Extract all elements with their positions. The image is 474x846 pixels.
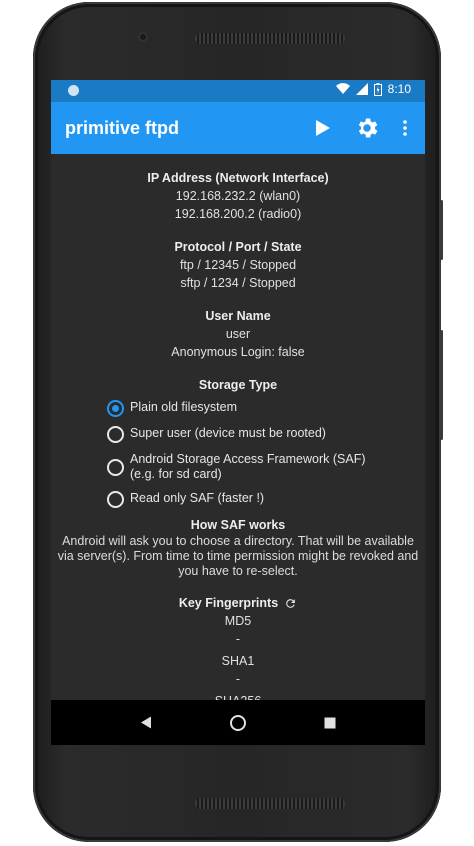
status-time: 8:10 bbox=[387, 82, 411, 96]
fingerprint-value: - bbox=[235, 672, 241, 686]
signal-icon bbox=[355, 83, 368, 95]
volume-button bbox=[440, 330, 443, 440]
back-icon[interactable] bbox=[140, 716, 152, 729]
overflow-menu-button[interactable] bbox=[397, 114, 413, 142]
radio-unchecked-icon[interactable] bbox=[107, 491, 124, 508]
radio-unchecked-icon[interactable] bbox=[107, 459, 124, 476]
fingerprint-value: - bbox=[235, 632, 241, 646]
bottom-speaker-grille bbox=[195, 798, 345, 809]
notification-icon bbox=[68, 85, 79, 96]
storage-type-radio-group: Plain old filesystem Super user (device … bbox=[51, 400, 425, 508]
battery-charging-icon bbox=[373, 82, 382, 96]
screen: 8:10 primitive ftpd IP Address (Network … bbox=[51, 80, 425, 745]
storage-option-saf[interactable]: Android Storage Access Framework (SAF) (… bbox=[107, 452, 425, 482]
status-icons: 8:10 bbox=[335, 82, 411, 96]
gear-icon bbox=[358, 118, 378, 138]
ip-line: 192.168.200.2 (radio0) bbox=[174, 207, 302, 221]
storage-section: Storage Type Plain old filesystem Super … bbox=[51, 377, 425, 508]
storage-option-label: Read only SAF (faster !) bbox=[130, 491, 265, 505]
storage-option-label-line1: Android Storage Access Framework (SAF) bbox=[130, 452, 366, 466]
fingerprints-heading: Key Fingerprints bbox=[178, 596, 279, 610]
protocol-section: Protocol / Port / State ftp / 12345 / St… bbox=[51, 239, 425, 292]
refresh-icon[interactable] bbox=[284, 597, 297, 610]
fingerprints-header: Key Fingerprints bbox=[51, 595, 425, 612]
home-icon[interactable] bbox=[229, 714, 247, 732]
wifi-icon bbox=[335, 83, 350, 94]
fingerprint-name: MD5 bbox=[224, 614, 252, 628]
user-section: User Name user Anonymous Login: false bbox=[51, 308, 425, 361]
storage-option-plain[interactable]: Plain old filesystem bbox=[107, 400, 425, 417]
app-actions bbox=[309, 114, 413, 142]
saf-heading: How SAF works bbox=[190, 518, 286, 532]
user-name-value: user bbox=[225, 327, 251, 341]
user-heading: User Name bbox=[205, 309, 271, 323]
storage-option-label-line2: (e.g. for sd card) bbox=[130, 467, 222, 481]
app-bar: primitive ftpd bbox=[51, 102, 425, 154]
storage-option-label: Plain old filesystem bbox=[130, 400, 237, 414]
fingerprint-name: SHA1 bbox=[221, 654, 255, 668]
anonymous-login-value: Anonymous Login: false bbox=[171, 345, 305, 359]
storage-option-superuser[interactable]: Super user (device must be rooted) bbox=[107, 426, 425, 443]
app-title: primitive ftpd bbox=[65, 118, 180, 138]
protocol-line: ftp / 12345 / Stopped bbox=[179, 258, 297, 272]
ip-address-section: IP Address (Network Interface) 192.168.2… bbox=[51, 170, 425, 223]
more-vert-icon bbox=[403, 120, 407, 136]
recents-icon[interactable] bbox=[324, 717, 336, 729]
storage-heading: Storage Type bbox=[198, 378, 278, 392]
main-content[interactable]: IP Address (Network Interface) 192.168.2… bbox=[51, 154, 425, 700]
ip-line: 192.168.232.2 (wlan0) bbox=[175, 189, 301, 203]
radio-unchecked-icon[interactable] bbox=[107, 426, 124, 443]
saf-info-section: How SAF works Android will ask you to ch… bbox=[51, 517, 425, 579]
navigation-bar bbox=[51, 700, 425, 745]
status-bar: 8:10 bbox=[51, 80, 425, 102]
storage-option-label: Android Storage Access Framework (SAF) (… bbox=[130, 452, 366, 482]
ip-heading: IP Address (Network Interface) bbox=[147, 171, 329, 185]
top-speaker-grille bbox=[195, 33, 345, 44]
start-server-button[interactable] bbox=[309, 114, 337, 142]
protocol-heading: Protocol / Port / State bbox=[174, 240, 302, 254]
saf-description: Android will ask you to choose a directo… bbox=[57, 534, 419, 578]
settings-button[interactable] bbox=[353, 114, 381, 142]
fingerprint-name: SHA256 bbox=[51, 692, 425, 700]
protocol-line: sftp / 1234 / Stopped bbox=[180, 276, 296, 290]
storage-option-label: Super user (device must be rooted) bbox=[130, 426, 326, 440]
power-button bbox=[440, 200, 443, 260]
play-icon bbox=[316, 120, 330, 136]
radio-checked-icon[interactable] bbox=[107, 400, 124, 417]
front-camera bbox=[138, 32, 148, 42]
storage-option-readonly-saf[interactable]: Read only SAF (faster !) bbox=[107, 491, 425, 508]
fingerprints-section: Key Fingerprints MD5 - SHA1 - SHA256 bbox=[51, 595, 425, 700]
